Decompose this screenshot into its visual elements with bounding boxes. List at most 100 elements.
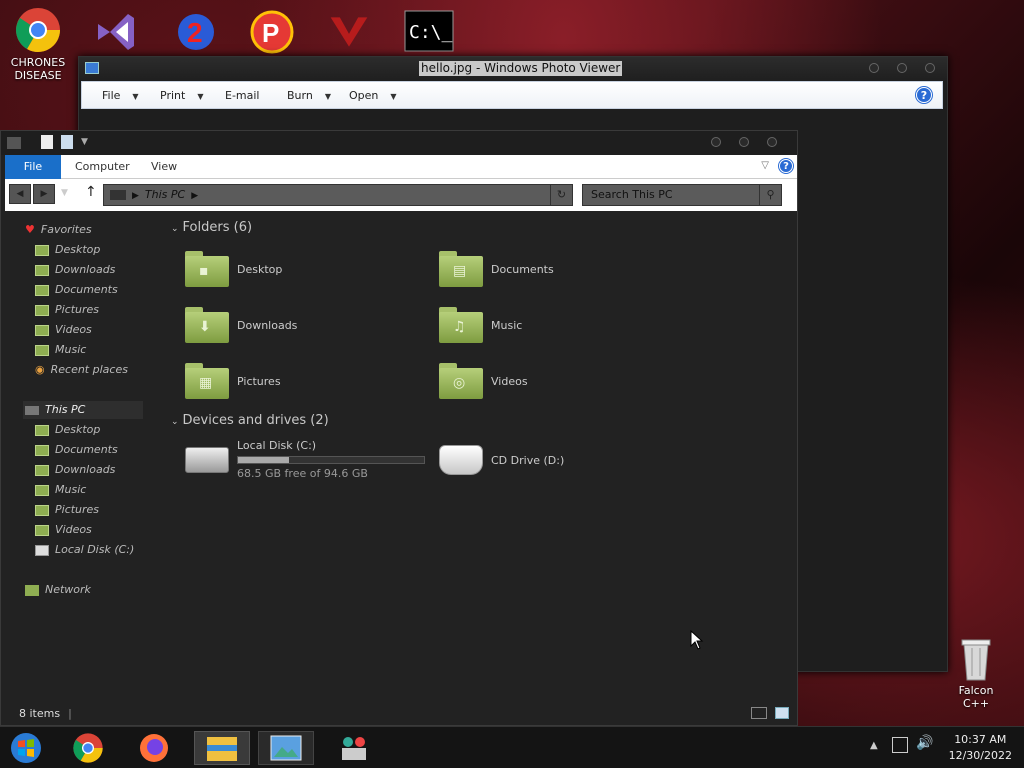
pictures-folder-icon: ▦ [185,363,229,399]
sidebar-network[interactable]: Network [25,581,91,599]
sidebar-item-music[interactable]: Music [35,341,86,359]
start-orb-icon [11,733,41,763]
sidebar-item-videos[interactable]: Videos [35,521,92,539]
breadcrumb-arrow-icon[interactable]: ▶ [132,191,139,201]
folder-videos[interactable]: ◎ Videos [439,363,528,399]
sidebar-item-music[interactable]: Music [35,481,86,499]
refresh-icon[interactable]: ↻ [550,185,572,205]
sidebar-item-local-disk[interactable]: Local Disk (C:) [35,541,134,559]
photo-viewer-menubar: File ▼ Print ▼ E-mail Burn ▼ Open ▼ ? [81,81,943,109]
folder-icon [35,244,49,256]
folder-icon [35,324,49,336]
breadcrumb-arrow-icon[interactable]: ▶ [191,191,198,201]
new-folder-icon[interactable] [61,135,73,149]
folder-downloads[interactable]: ⬇ Downloads [185,307,297,343]
navigation-bar: ◀ ▶ ▼ ↑ ▶ This PC ▶ ↻ Search This PC ⚲ [5,179,797,211]
show-hidden-icons-icon[interactable]: ▲ [870,740,878,751]
drive-cd-d[interactable]: CD Drive (D:) [439,445,564,475]
search-icon[interactable]: ⚲ [759,185,781,205]
desktop-icon-label: CHRONES DISEASE [10,56,66,82]
recycle-bin-icon [961,639,991,681]
taskbar-app[interactable] [334,731,374,765]
tab-computer[interactable]: Computer [75,155,130,179]
close-button[interactable] [925,63,935,73]
help-icon[interactable]: ? [916,87,932,103]
sidebar-this-pc[interactable]: This PC [25,401,85,419]
minimize-button[interactable] [711,137,721,147]
menu-open[interactable]: Open ▼ [349,89,397,102]
taskbar-clock[interactable]: 10:37 AM 12/30/2022 [949,732,1012,764]
app-p-icon[interactable]: P [248,8,296,56]
chevron-down-icon: ⌄ [171,417,179,427]
taskbar-firefox[interactable] [134,731,174,765]
folder-documents[interactable]: ▤ Documents [439,251,554,287]
folder-icon [35,304,49,316]
large-icons-view-icon[interactable] [775,707,789,719]
drives-group-header[interactable]: ⌄ Devices and drives (2) [171,413,329,428]
folders-group-header[interactable]: ⌄ Folders (6) [171,220,252,235]
ribbon-expand-icon[interactable]: ▽ [761,160,769,171]
computer-icon [7,137,21,149]
menu-burn[interactable]: Burn ▼ [287,89,331,102]
sidebar-item-recent-places[interactable]: ◉ Recent places [35,361,128,379]
search-input[interactable]: Search This PC ⚲ [582,184,782,206]
tab-view[interactable]: View [151,155,177,179]
minimize-button[interactable] [869,63,879,73]
sidebar-item-downloads[interactable]: Downloads [35,261,115,279]
visual-studio-icon[interactable] [92,8,140,56]
sidebar-item-documents[interactable]: Documents [35,281,118,299]
maximize-button[interactable] [739,137,749,147]
network-status-icon[interactable] [892,737,908,753]
folder-music[interactable]: ♫ Music [439,307,522,343]
terminal-icon[interactable]: C:\_ [404,10,454,52]
photo-viewer-titlebar[interactable]: hello.jpg - Windows Photo Viewer [79,57,947,81]
help-icon[interactable]: ? [779,159,793,173]
desktop-icon-falcon[interactable]: Falcon C++ [944,634,1008,710]
close-button[interactable] [767,137,777,147]
start-button[interactable] [6,731,46,765]
taskbar-chrome[interactable] [68,731,108,765]
chrome-icon [73,733,103,763]
clock-date: 12/30/2022 [948,749,1012,762]
folder-desktop[interactable]: ▪ Desktop [185,251,282,287]
app-2-icon[interactable]: 2 [172,8,220,56]
sidebar-item-desktop[interactable]: Desktop [35,421,100,439]
sidebar-favorites[interactable]: ♥ Favorites [25,221,92,239]
photo-viewer-icon [270,735,302,761]
sidebar-item-downloads[interactable]: Downloads [35,461,115,479]
back-button[interactable]: ◀ [9,184,31,204]
sidebar-item-documents[interactable]: Documents [35,441,118,459]
app-v-icon[interactable] [326,10,372,54]
quick-access-dropdown-icon[interactable]: ▼ [81,137,88,147]
explorer-titlebar[interactable]: ▼ [1,131,797,155]
maximize-button[interactable] [897,63,907,73]
folder-icon [35,464,49,476]
taskbar-photo-viewer[interactable] [258,731,314,765]
details-view-icon[interactable] [751,707,767,719]
taskbar-explorer[interactable] [194,731,250,765]
sidebar-item-videos[interactable]: Videos [35,321,92,339]
up-arrow-icon[interactable]: ↑ [85,184,97,200]
recent-locations-icon[interactable]: ▼ [61,188,68,198]
volume-icon[interactable]: 🔊 [916,735,933,751]
photo-viewer-app-icon [85,62,99,74]
file-explorer-window: ▼ File Computer View ▽ ? ◀ ▶ ▼ ↑ ▶ This P… [0,130,798,726]
sidebar-item-pictures[interactable]: Pictures [35,301,99,319]
menu-print[interactable]: Print ▼ [160,89,203,102]
sidebar-item-desktop[interactable]: Desktop [35,241,100,259]
clock-time: 10:37 AM [954,733,1007,746]
menu-email[interactable]: E-mail [225,89,260,102]
tab-file[interactable]: File [5,155,61,179]
forward-button[interactable]: ▶ [33,184,55,204]
properties-icon[interactable] [41,135,53,149]
desktop-icon-chrones[interactable]: CHRONES DISEASE [6,6,70,82]
folder-icon [35,424,49,436]
sidebar-item-pictures[interactable]: Pictures [35,501,99,519]
breadcrumb-this-pc[interactable]: This PC [145,188,185,201]
address-bar[interactable]: ▶ This PC ▶ ↻ [103,184,573,206]
menu-file[interactable]: File ▼ [102,89,139,102]
window-title: hello.jpg - Windows Photo Viewer [419,61,623,76]
folder-pictures[interactable]: ▦ Pictures [185,363,281,399]
network-icon [25,584,39,596]
drive-local-disk-c[interactable]: Local Disk (C:) 68.5 GB free of 94.6 GB [185,439,425,480]
